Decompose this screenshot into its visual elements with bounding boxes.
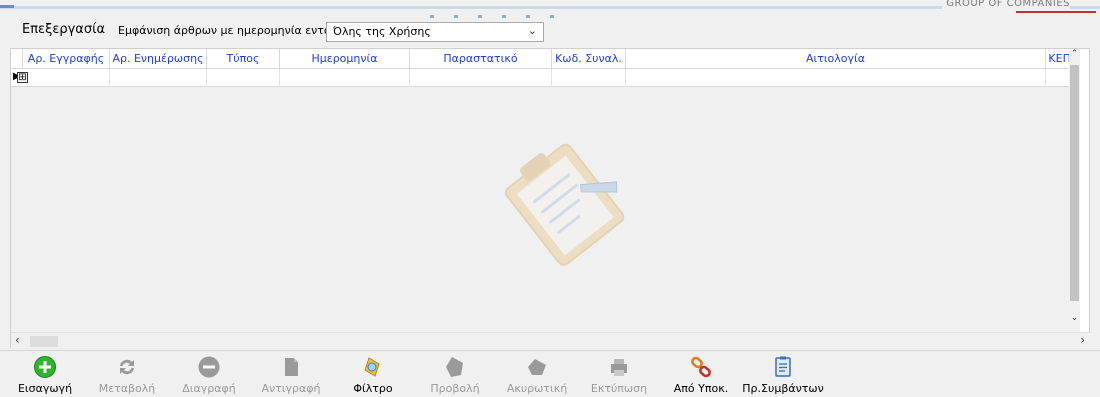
view-button-label: Προβολή bbox=[430, 382, 480, 395]
grid-body: Αρ. Εγγραφής Αρ. Ενημέρωσης Τύπος Ημερομ… bbox=[11, 49, 1080, 332]
modify-button-label: Μεταβολή bbox=[98, 382, 156, 395]
modify-button[interactable]: Μεταβολή bbox=[82, 353, 172, 397]
column-transaction-code[interactable]: Κωδ. Συναλ. bbox=[552, 49, 626, 69]
cell-update-no[interactable] bbox=[110, 69, 207, 87]
notes-icon bbox=[775, 356, 791, 377]
filter-toolbar: Επεξεργασία Εμφάνιση άρθρων με ημερομηνί… bbox=[0, 18, 1100, 44]
column-description[interactable]: Αιτιολογία bbox=[626, 49, 1046, 69]
column-update-no[interactable]: Αρ. Ενημέρωσης bbox=[110, 49, 207, 69]
cell-date[interactable] bbox=[280, 69, 410, 87]
filter-button[interactable]: Φίλτρο bbox=[328, 353, 418, 397]
column-type[interactable]: Τύπος bbox=[207, 49, 280, 69]
cell-transaction-code[interactable] bbox=[552, 69, 626, 87]
brand-underline-red bbox=[1016, 11, 1096, 13]
print-button-label: Εκτύπωση bbox=[590, 382, 648, 395]
column-document[interactable]: Παραστατικό bbox=[410, 49, 552, 69]
title-placeholder bbox=[430, 7, 610, 18]
vertical-scrollbar[interactable]: ⌃ ⌄ bbox=[1069, 49, 1080, 332]
link-icon bbox=[691, 356, 711, 378]
copy-button[interactable]: Αντιγραφή bbox=[246, 353, 336, 397]
entries-grid: Αρ. Εγγραφής Αρ. Ενημέρωσης Τύπος Ημερομ… bbox=[10, 48, 1091, 348]
horizontal-scroll-thumb[interactable] bbox=[30, 336, 58, 347]
from-subaccount-button[interactable]: Από Υποκ. bbox=[656, 353, 746, 397]
copy-icon bbox=[285, 358, 298, 376]
date-filter-label: Εμφάνιση άρθρων με ημερομηνία εντός bbox=[118, 24, 338, 37]
scroll-left-icon[interactable]: ‹ bbox=[15, 333, 20, 347]
plus-circle-icon bbox=[34, 356, 56, 378]
filter-icon bbox=[364, 357, 380, 377]
print-button[interactable]: Εκτύπωση bbox=[574, 353, 664, 397]
chevron-down-icon[interactable]: ⌄ bbox=[528, 24, 537, 37]
copy-button-label: Αντιγραφή bbox=[261, 382, 321, 395]
cancel-icon bbox=[528, 359, 546, 375]
column-entry-no[interactable]: Αρ. Εγγραφής bbox=[23, 49, 110, 69]
grid-header: Αρ. Εγγραφής Αρ. Ενημέρωσης Τύπος Ημερομ… bbox=[11, 49, 1080, 69]
period-select[interactable]: Όλης της Χρήσης ⌄ bbox=[326, 22, 544, 42]
scroll-right-icon[interactable]: › bbox=[1080, 333, 1085, 347]
print-icon bbox=[611, 359, 627, 376]
column-date[interactable]: Ημερομηνία bbox=[280, 49, 410, 69]
horizontal-scrollbar[interactable]: ‹ › bbox=[11, 332, 1091, 348]
top-strip: GROUP OF COMPANIES bbox=[0, 0, 1100, 18]
cell-entry-no[interactable] bbox=[11, 69, 110, 87]
insert-button-label: Εισαγωγή bbox=[17, 382, 73, 395]
scroll-down-icon[interactable]: ⌄ bbox=[1069, 313, 1080, 323]
reversal-button-label: Ακυρωτική bbox=[506, 382, 568, 395]
cell-document[interactable] bbox=[410, 69, 552, 87]
minus-circle-icon bbox=[198, 356, 220, 378]
reversal-button[interactable]: Ακυρωτική bbox=[492, 353, 582, 397]
menu-edit[interactable]: Επεξεργασία bbox=[22, 22, 105, 37]
events-button[interactable]: Πρ.Συμβάντων bbox=[738, 353, 828, 397]
refresh-icon bbox=[120, 359, 134, 375]
cell-description[interactable] bbox=[626, 69, 1046, 87]
insert-button[interactable]: Εισαγωγή bbox=[0, 353, 90, 397]
view-button[interactable]: Προβολή bbox=[410, 353, 500, 397]
action-bar: Εισαγωγή Μεταβολή Διαγραφή Αντιγραφή Φίλ… bbox=[0, 350, 1100, 396]
from-subaccount-label: Από Υποκ. bbox=[673, 382, 729, 395]
filter-button-label: Φίλτρο bbox=[353, 382, 393, 395]
delete-button[interactable]: Διαγραφή bbox=[164, 353, 254, 397]
delete-button-label: Διαγραφή bbox=[182, 382, 236, 395]
view-icon bbox=[446, 357, 463, 377]
events-button-label: Πρ.Συμβάντων bbox=[742, 382, 824, 395]
clipboard-watermark-icon bbox=[504, 143, 625, 266]
table-row[interactable]: ▶ ⊞ bbox=[11, 69, 1080, 87]
cell-type[interactable] bbox=[207, 69, 280, 87]
vertical-scroll-thumb[interactable] bbox=[1070, 65, 1079, 301]
window-control-dash[interactable] bbox=[0, 5, 14, 8]
row-selector-header bbox=[11, 49, 23, 69]
brand-text: GROUP OF COMPANIES bbox=[942, 0, 1070, 9]
period-select-value: Όλης της Χρήσης bbox=[333, 25, 431, 38]
scroll-up-icon[interactable]: ⌃ bbox=[1069, 49, 1080, 59]
